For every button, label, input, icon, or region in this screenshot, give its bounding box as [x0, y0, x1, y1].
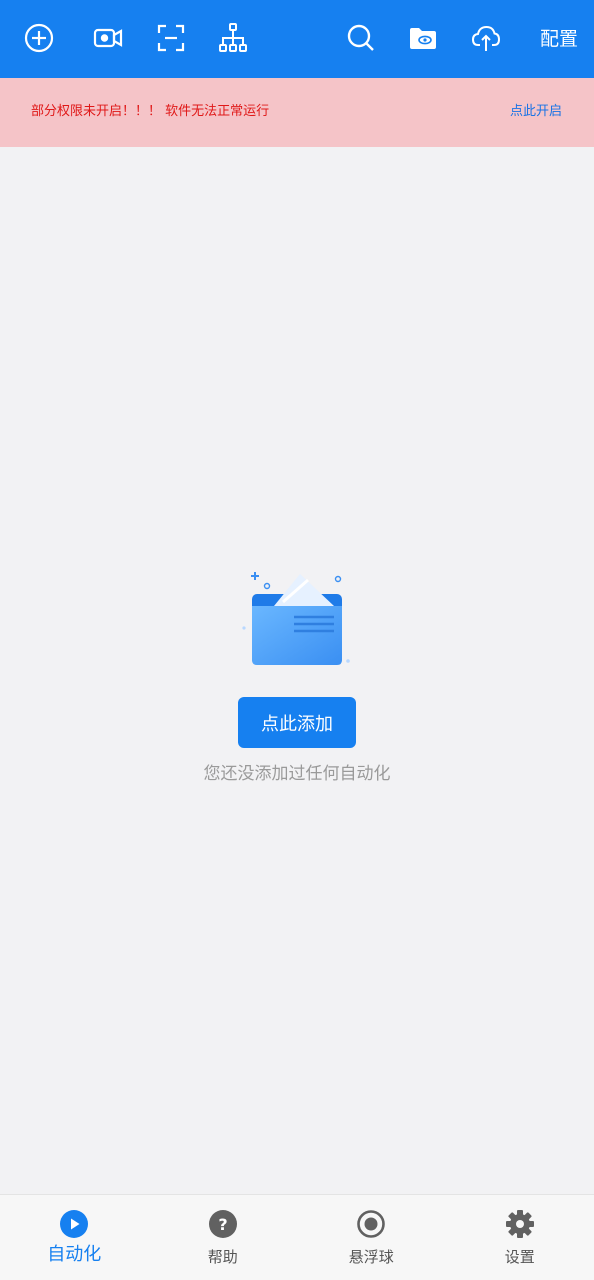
empty-state-message: 您还没添加过任何自动化 — [203, 764, 391, 784]
nav-item-automation[interactable]: 自动化 — [0, 1195, 149, 1280]
hierarchy-icon[interactable] — [215, 20, 251, 56]
add-automation-button[interactable]: 点此添加 — [238, 697, 356, 748]
folder-eye-icon[interactable] — [405, 20, 441, 56]
nav-label-help: 帮助 — [207, 1248, 238, 1266]
config-button[interactable]: 配置 — [540, 26, 578, 52]
nav-label-settings: 设置 — [504, 1248, 535, 1266]
nav-item-help[interactable]: ? 帮助 — [149, 1195, 298, 1280]
empty-folder-icon — [238, 566, 356, 668]
nav-item-settings[interactable]: 设置 — [446, 1195, 594, 1280]
video-camera-icon[interactable] — [90, 20, 126, 56]
scan-frame-icon[interactable] — [153, 20, 189, 56]
warning-text: 部分权限未开启！！！ 软件无法正常运行 — [31, 104, 270, 119]
permission-warning-banner: 部分权限未开启！！！ 软件无法正常运行 点此开启 — [0, 78, 594, 147]
top-toolbar: 配置 — [0, 0, 594, 78]
cloud-upload-icon[interactable] — [468, 20, 504, 56]
enable-permission-link[interactable]: 点此开启 — [510, 102, 562, 122]
nav-item-floating-ball[interactable]: 悬浮球 — [297, 1195, 446, 1280]
play-circle-icon — [60, 1210, 89, 1238]
svg-text:?: ? — [218, 1215, 227, 1234]
nav-label-automation: 自动化 — [47, 1244, 102, 1265]
record-icon — [357, 1210, 386, 1238]
bottom-nav: 自动化 ? 帮助 悬浮球 设置 — [0, 1194, 594, 1280]
help-icon: ? — [208, 1210, 237, 1238]
add-circle-icon[interactable] — [21, 20, 57, 56]
search-icon[interactable] — [343, 20, 379, 56]
gear-icon — [505, 1210, 534, 1238]
nav-label-floating-ball: 悬浮球 — [348, 1248, 394, 1266]
